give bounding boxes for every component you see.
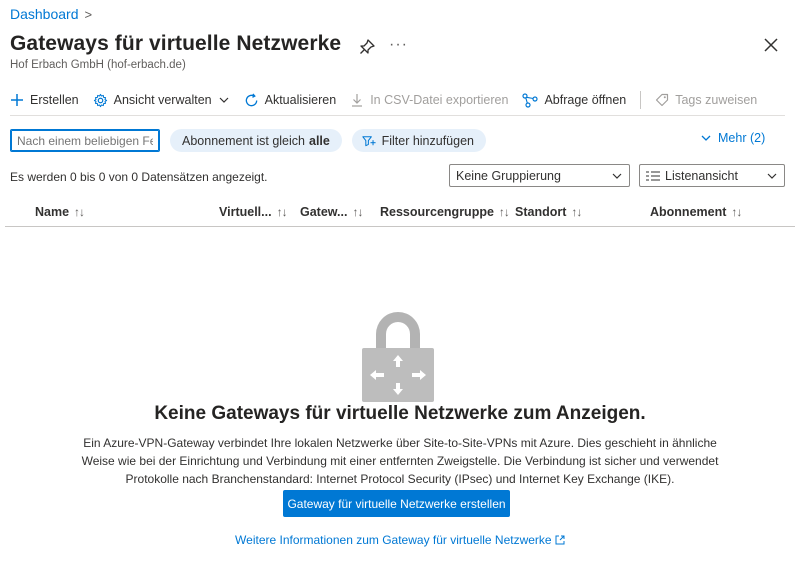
create-gateway-button[interactable]: Gateway für virtuelle Netzwerke erstelle… — [283, 490, 510, 517]
chevron-right-icon: > — [84, 6, 93, 22]
column-header-label: Abonnement — [650, 205, 727, 219]
sort-icon: ↑↓ — [571, 205, 582, 219]
subscription-filter-value: alle — [309, 133, 330, 148]
add-filter-button[interactable]: Filter hinzufügen — [352, 129, 486, 152]
breadcrumb-dashboard-link[interactable]: Dashboard — [10, 6, 79, 22]
manage-view-button[interactable]: Ansicht verwalten — [93, 93, 230, 108]
column-header-resource-group[interactable]: Ressourcengruppe ↑↓ — [380, 205, 510, 219]
toolbar-divider — [640, 91, 642, 109]
sort-icon: ↑↓ — [74, 205, 85, 219]
open-query-button[interactable]: Abfrage öffnen — [522, 92, 627, 108]
more-info-container: Weitere Informationen zum Gateway für vi… — [0, 533, 800, 547]
export-csv-button[interactable]: In CSV-Datei exportieren — [350, 93, 508, 107]
column-header-gateway[interactable]: Gatew... ↑↓ — [300, 205, 363, 219]
more-options-button[interactable]: ··· — [389, 36, 408, 54]
more-filters-label: Mehr (2) — [718, 131, 766, 145]
column-header-label: Name — [35, 205, 70, 219]
pin-icon[interactable] — [358, 38, 376, 56]
grouping-value: Keine Gruppierung — [456, 168, 561, 183]
filter-add-icon — [362, 135, 376, 146]
view-value: Listenansicht — [665, 168, 738, 183]
table-header: Name ↑↓ Virtuell... ↑↓ Gatew... ↑↓ Ressourc… — [10, 200, 785, 226]
refresh-label: Aktualisieren — [264, 93, 337, 107]
empty-state-description: Ein Azure-VPN-Gateway verbindet Ihre lok… — [81, 436, 719, 486]
column-header-virtual-network[interactable]: Virtuell... ↑↓ — [219, 205, 288, 219]
vpn-gateway-lock-icon — [362, 312, 434, 402]
refresh-icon — [245, 93, 257, 106]
export-csv-label: In CSV-Datei exportieren — [370, 93, 509, 107]
chevron-down-icon — [219, 97, 229, 103]
refresh-button[interactable]: Aktualisieren — [244, 93, 337, 108]
more-info-link[interactable]: Weitere Informationen zum Gateway für vi… — [235, 533, 565, 547]
query-icon — [522, 92, 539, 108]
breadcrumb: Dashboard > — [10, 6, 92, 22]
page-subtitle: Hof Erbach GmbH (hof-erbach.de) — [10, 59, 186, 71]
page-title: Gateways für virtuelle Netzwerke — [10, 32, 342, 55]
search-input[interactable] — [10, 129, 160, 152]
more-filters-button[interactable]: Mehr (2) — [700, 131, 765, 145]
tag-icon — [656, 93, 669, 107]
chevron-down-icon — [612, 173, 622, 179]
subscription-filter-label: Abonnement ist gleich — [182, 133, 305, 148]
column-header-label: Virtuell... — [219, 205, 272, 219]
download-icon — [352, 94, 363, 107]
subscription-filter-pill[interactable]: Abonnement ist gleich alle — [170, 129, 342, 152]
plus-icon — [11, 94, 23, 106]
create-button[interactable]: Erstellen — [10, 93, 79, 107]
sort-icon: ↑↓ — [276, 205, 288, 219]
view-dropdown-content: Listenansicht — [646, 169, 738, 183]
toolbar-divider-line — [10, 115, 785, 116]
create-label: Erstellen — [30, 93, 79, 107]
column-header-label: Gatew... — [300, 205, 348, 219]
sort-icon: ↑↓ — [498, 205, 510, 219]
empty-state-title: Keine Gateways für virtuelle Netzwerke z… — [154, 403, 646, 424]
gear-icon — [93, 93, 107, 107]
view-dropdown[interactable]: Listenansicht — [639, 164, 785, 187]
column-header-location[interactable]: Standort ↑↓ — [515, 205, 582, 219]
add-filter-label: Filter hinzufügen — [381, 133, 474, 148]
close-icon[interactable] — [762, 36, 780, 54]
external-link-icon — [555, 535, 565, 545]
assign-tags-label: Tags zuweisen — [675, 93, 758, 107]
column-header-label: Standort — [515, 205, 567, 219]
chevron-down-icon — [767, 173, 777, 179]
more-info-label: Weitere Informationen zum Gateway für vi… — [235, 533, 552, 547]
chevron-down-icon — [701, 135, 711, 141]
sort-icon: ↑↓ — [352, 205, 363, 219]
list-view-icon — [646, 171, 660, 180]
assign-tags-button[interactable]: Tags zuweisen — [655, 93, 757, 107]
column-header-label: Ressourcengruppe — [380, 205, 494, 219]
manage-view-label: Ansicht verwalten — [113, 93, 212, 107]
record-count: Es werden 0 bis 0 von 0 Datensätzen ange… — [10, 170, 268, 184]
command-bar: Erstellen Ansicht verwalten Aktualisiere… — [10, 86, 771, 114]
column-header-name[interactable]: Name ↑↓ — [35, 205, 85, 219]
column-header-subscription[interactable]: Abonnement ↑↓ — [650, 205, 742, 219]
sort-icon: ↑↓ — [731, 205, 742, 219]
table-header-divider — [5, 226, 795, 227]
grouping-dropdown[interactable]: Keine Gruppierung — [449, 164, 630, 187]
open-query-label: Abfrage öffnen — [544, 93, 627, 107]
